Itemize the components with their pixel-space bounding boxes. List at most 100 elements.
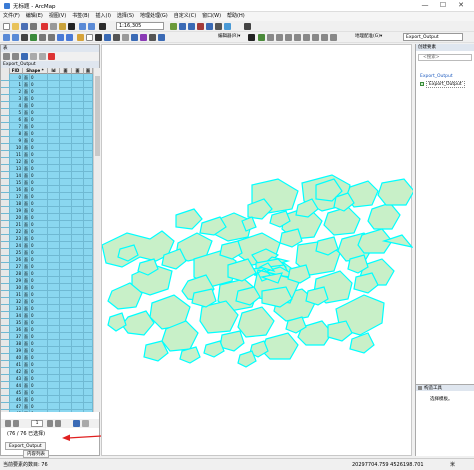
table-row[interactable]: 5面0 [1,109,93,116]
table-options-icon[interactable] [3,53,10,60]
row-selector[interactable] [1,235,10,242]
row-selector[interactable] [1,151,10,158]
row-selector[interactable] [1,277,10,284]
select-elements-icon[interactable] [95,34,102,41]
row-selector[interactable] [1,340,10,347]
row-selector[interactable] [1,368,10,375]
row-selector[interactable] [1,396,10,403]
row-selector[interactable] [1,221,10,228]
full-extent-icon[interactable] [30,34,37,41]
table-row[interactable]: 40 面 0 [1,354,93,361]
table-of-contents-icon[interactable] [179,23,186,30]
table-row[interactable]: 38 面 0 [1,340,93,347]
menu-help[interactable]: 帮助(H) [224,12,248,21]
open-folder-icon[interactable] [12,23,19,30]
table-row[interactable]: 42 面 0 [1,368,93,375]
table-row[interactable]: 8面0 [1,130,93,137]
row-selector[interactable] [1,74,10,81]
row-selector[interactable] [1,186,10,193]
table-row[interactable]: 15 面 0 [1,179,93,186]
time-slider-icon[interactable] [149,34,156,41]
table-row[interactable]: 7面0 [1,123,93,130]
cut-icon[interactable] [41,23,48,30]
row-selector[interactable] [1,144,10,151]
first-record-icon[interactable] [5,420,11,427]
measure-icon[interactable] [122,34,129,41]
table-row[interactable]: 48面0 [1,410,93,412]
table-row[interactable]: 41 面 0 [1,361,93,368]
table-row[interactable]: 12 面 0 [1,158,93,165]
table-row[interactable]: 27 面 0 [1,263,93,270]
related-tables-icon[interactable] [12,53,19,60]
row-selector[interactable] [1,249,10,256]
maximize-button[interactable]: ☐ [438,1,448,10]
select-by-attributes-icon[interactable] [21,53,28,60]
row-selector[interactable] [1,270,10,277]
hyperlink-icon[interactable] [131,34,138,41]
fixed-zoom-in-icon[interactable] [39,34,46,41]
current-record-input[interactable]: 1 [31,420,43,427]
map-scale-input[interactable]: 1:16,305 [116,22,164,30]
toolbar-extra-icon[interactable] [244,23,251,30]
row-selector[interactable] [1,361,10,368]
template-item-export-output[interactable]: Export_Output [426,81,465,88]
save-icon[interactable] [21,23,28,30]
reshape-icon[interactable] [276,34,283,41]
table-row[interactable]: 14 面 0 [1,172,93,179]
row-selector[interactable] [1,116,10,123]
arctoolbox-icon[interactable] [206,23,213,30]
table-row[interactable]: 10 面 0 [1,144,93,151]
row-selector[interactable] [1,172,10,179]
table-row[interactable]: 36 面 0 [1,326,93,333]
table-row[interactable]: 16 面 0 [1,186,93,193]
row-selector[interactable] [1,123,10,130]
new-document-icon[interactable] [3,23,10,30]
table-row[interactable]: 35 面 0 [1,319,93,326]
add-data-icon[interactable] [99,23,106,30]
table-row[interactable]: 18 面 0 [1,200,93,207]
fixed-zoom-out-icon[interactable] [48,34,55,41]
row-selector[interactable] [1,193,10,200]
row-selector[interactable] [1,158,10,165]
row-selector[interactable] [1,88,10,95]
search-icon[interactable] [197,23,204,30]
row-selector[interactable] [1,214,10,221]
row-selector[interactable] [1,382,10,389]
cut-polygons-icon[interactable] [285,34,292,41]
find-icon[interactable] [113,34,120,41]
table-row[interactable]: 21 面 0 [1,221,93,228]
row-selector[interactable] [1,109,10,116]
table-row[interactable]: 2面0 [1,88,93,95]
model-builder-icon[interactable] [224,23,231,30]
python-icon[interactable] [215,23,222,30]
menu-insert[interactable]: 插入(I) [93,12,114,21]
switch-selection-icon[interactable] [30,53,37,60]
menu-selection[interactable]: 选择(S) [114,12,137,21]
table-row[interactable]: 46 面 0 [1,396,93,403]
menu-file[interactable]: 文件(F) [0,12,23,21]
table-row[interactable]: 1面0 [1,81,93,88]
table-row[interactable]: 3面0 [1,95,93,102]
table-row[interactable]: 25 面 0 [1,249,93,256]
row-selector[interactable] [1,179,10,186]
table-tab-export-output[interactable]: Export_Output [5,442,46,450]
menu-view[interactable]: 视图(V) [46,12,69,21]
table-row[interactable]: 17 面 0 [1,193,93,200]
menu-customize[interactable]: 自定义(C) [171,12,199,21]
sketch-properties-icon[interactable] [321,34,328,41]
table-row[interactable]: 19 面 0 [1,207,93,214]
row-selector[interactable] [1,102,10,109]
table-row[interactable]: 6面0 [1,116,93,123]
row-selector[interactable] [1,228,10,235]
table-row[interactable]: 28 面 0 [1,270,93,277]
select-features-icon[interactable] [77,34,84,41]
edit-tool-icon[interactable] [248,34,255,41]
forward-extent-icon[interactable] [66,34,73,41]
previous-record-icon[interactable] [13,420,19,427]
row-selector[interactable] [1,410,10,412]
row-selector[interactable] [1,130,10,137]
row-selector[interactable] [1,207,10,214]
zoom-in-icon[interactable] [3,34,10,41]
table-row[interactable]: 29 面 0 [1,277,93,284]
menu-edit[interactable]: 编辑(E) [23,12,46,21]
